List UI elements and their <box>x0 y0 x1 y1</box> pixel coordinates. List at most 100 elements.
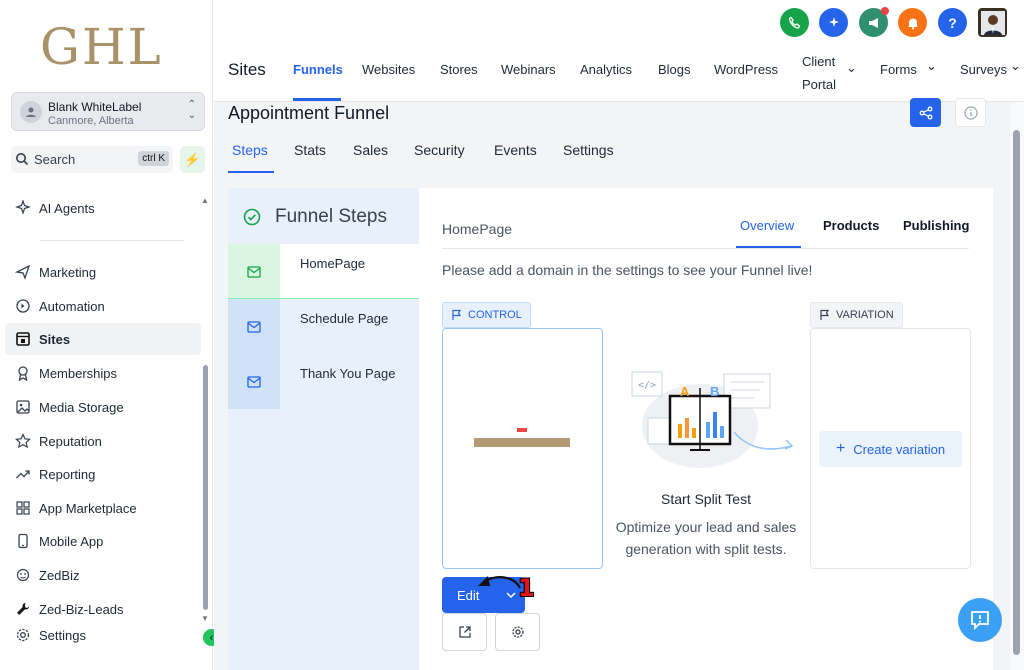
search-button[interactable]: Search ctrl K <box>11 146 173 173</box>
nav-websites[interactable]: Websites <box>362 62 415 77</box>
sidebar-item-sites[interactable]: Sites <box>5 323 201 355</box>
tab-publishing[interactable]: Publishing <box>903 218 969 233</box>
share-icon <box>919 106 932 119</box>
chat-icon <box>971 611 989 631</box>
account-switcher[interactable]: Blank WhiteLabel Canmore, Alberta ⌃ ⌄ <box>11 92 205 131</box>
image-icon <box>5 399 35 415</box>
nav-active-underline <box>293 98 341 101</box>
create-variation-button[interactable]: + Create variation <box>819 431 962 467</box>
sidebar-item-mobile-app[interactable]: Mobile App <box>5 525 201 557</box>
funnel-title: Appointment Funnel <box>228 103 390 123</box>
domain-message: Please add a domain in the settings to s… <box>442 262 813 278</box>
tab-overview[interactable]: Overview <box>740 218 794 233</box>
phone-icon <box>5 533 35 549</box>
annotation-arrow <box>478 576 521 589</box>
sidebar-item-app-marketplace[interactable]: App Marketplace <box>5 492 201 524</box>
tab-active-underline <box>228 171 274 173</box>
nav-funnels[interactable]: Funnels <box>293 62 343 77</box>
split-test-description: Optimize your lead and sales generation … <box>615 519 797 557</box>
split-test-title: Start Split Test <box>660 491 751 507</box>
zedbiz-icon <box>5 567 35 583</box>
control-preview-card[interactable] <box>442 328 603 569</box>
scroll-down-arrow-icon[interactable]: ▼ <box>201 614 209 623</box>
help-icon[interactable]: ? <box>938 8 967 37</box>
info-button[interactable] <box>955 98 986 127</box>
sidebar-item-marketing[interactable]: Marketing <box>5 256 201 288</box>
top-bar: ? Sites Funnels Websites Stores Webinars… <box>214 0 1024 102</box>
funnel-steps-heading: Funnel Steps <box>243 206 387 228</box>
ai-sparkle-icon[interactable] <box>819 8 848 37</box>
page-scrollbar-thumb[interactable] <box>1013 130 1020 655</box>
tab-events[interactable]: Events <box>494 142 537 158</box>
tab-steps[interactable]: Steps <box>232 142 268 158</box>
search-label: Search <box>34 152 76 167</box>
tab-settings[interactable]: Settings <box>563 142 614 158</box>
flag-icon <box>820 309 830 320</box>
sidebar-item-reporting[interactable]: Reporting <box>5 458 201 490</box>
tab-sales[interactable]: Sales <box>353 142 388 158</box>
preview-thumbnail-bar <box>474 438 570 447</box>
nav-surveys[interactable]: Surveys <box>960 62 1007 77</box>
sidebar-scrollbar[interactable] <box>203 365 208 610</box>
chevron-down-icon[interactable]: ⌄ <box>926 58 937 74</box>
open-preview-button[interactable] <box>442 613 487 651</box>
sidebar-item-memberships[interactable]: Memberships <box>5 357 201 389</box>
gear-icon <box>511 626 524 638</box>
nav-client-portal[interactable]: Client Portal <box>802 50 850 96</box>
user-avatar[interactable] <box>978 8 1007 37</box>
send-icon <box>5 264 35 280</box>
chat-support-button[interactable] <box>958 598 1002 642</box>
sidebar-item-reputation[interactable]: Reputation <box>5 425 201 457</box>
tab-security[interactable]: Security <box>414 142 465 158</box>
svg-text:A: A <box>680 384 690 399</box>
phone-call-icon[interactable] <box>780 8 809 37</box>
svg-text:B: B <box>710 384 719 399</box>
nav-forms[interactable]: Forms <box>880 62 917 77</box>
step-item-homepage[interactable]: HomePage <box>228 244 419 299</box>
grid-icon <box>5 500 35 516</box>
flag-icon <box>452 309 462 320</box>
sidebar-item-zedbiz[interactable]: ZedBiz <box>5 559 201 591</box>
mail-icon <box>228 299 280 354</box>
control-badge: CONTROL <box>442 302 531 328</box>
sidebar: GHL Blank WhiteLabel Canmore, Alberta ⌃ ⌄… <box>0 0 220 670</box>
preview-thumbnail-logo <box>517 428 527 432</box>
app-frame: GHL Blank WhiteLabel Canmore, Alberta ⌃ ⌄… <box>0 0 1024 670</box>
sidebar-divider <box>40 240 184 241</box>
step-item-thank-you-page[interactable]: Thank You Page <box>228 354 419 409</box>
scroll-up-arrow-icon[interactable]: ▲ <box>201 196 209 205</box>
chart-icon <box>5 466 35 482</box>
nav-blogs[interactable]: Blogs <box>658 62 691 77</box>
mail-icon <box>228 354 280 409</box>
page-name: HomePage <box>442 221 513 237</box>
step-item-schedule-page[interactable]: Schedule Page <box>228 299 419 354</box>
chevron-down-icon[interactable]: ⌄ <box>1010 58 1021 74</box>
sidebar-item-media-storage[interactable]: Media Storage <box>5 391 201 423</box>
tab-products[interactable]: Products <box>823 218 879 233</box>
automation-icon <box>5 298 35 314</box>
nav-stores[interactable]: Stores <box>440 62 478 77</box>
bell-icon[interactable] <box>898 8 927 37</box>
sidebar-item-ai-agents[interactable]: AI Agents <box>5 192 201 224</box>
mail-icon <box>228 244 280 299</box>
nav-webinars[interactable]: Webinars <box>501 62 556 77</box>
account-location: Canmore, Alberta <box>48 115 134 127</box>
search-shortcut: ctrl K <box>138 151 169 166</box>
share-button[interactable] <box>910 98 941 127</box>
nav-wordpress[interactable]: WordPress <box>714 62 778 77</box>
section-title: Sites <box>228 60 266 79</box>
quick-action-bolt-icon[interactable]: ⚡ <box>180 146 205 173</box>
nav-analytics[interactable]: Analytics <box>580 62 632 77</box>
page-scrollbar[interactable] <box>1010 102 1024 670</box>
megaphone-icon[interactable] <box>859 7 889 37</box>
account-avatar-icon <box>20 101 42 123</box>
step-settings-button[interactable] <box>495 613 540 651</box>
sidebar-item-automation[interactable]: Automation <box>5 290 201 322</box>
sidebar-item-settings[interactable]: Settings <box>5 619 201 651</box>
tab-stats[interactable]: Stats <box>294 142 326 158</box>
external-link-icon <box>458 626 471 638</box>
tab-active-underline <box>736 246 801 248</box>
account-name: Blank WhiteLabel <box>48 100 142 114</box>
chevron-down-icon[interactable]: ⌄ <box>846 60 857 76</box>
plus-icon: + <box>835 440 846 457</box>
